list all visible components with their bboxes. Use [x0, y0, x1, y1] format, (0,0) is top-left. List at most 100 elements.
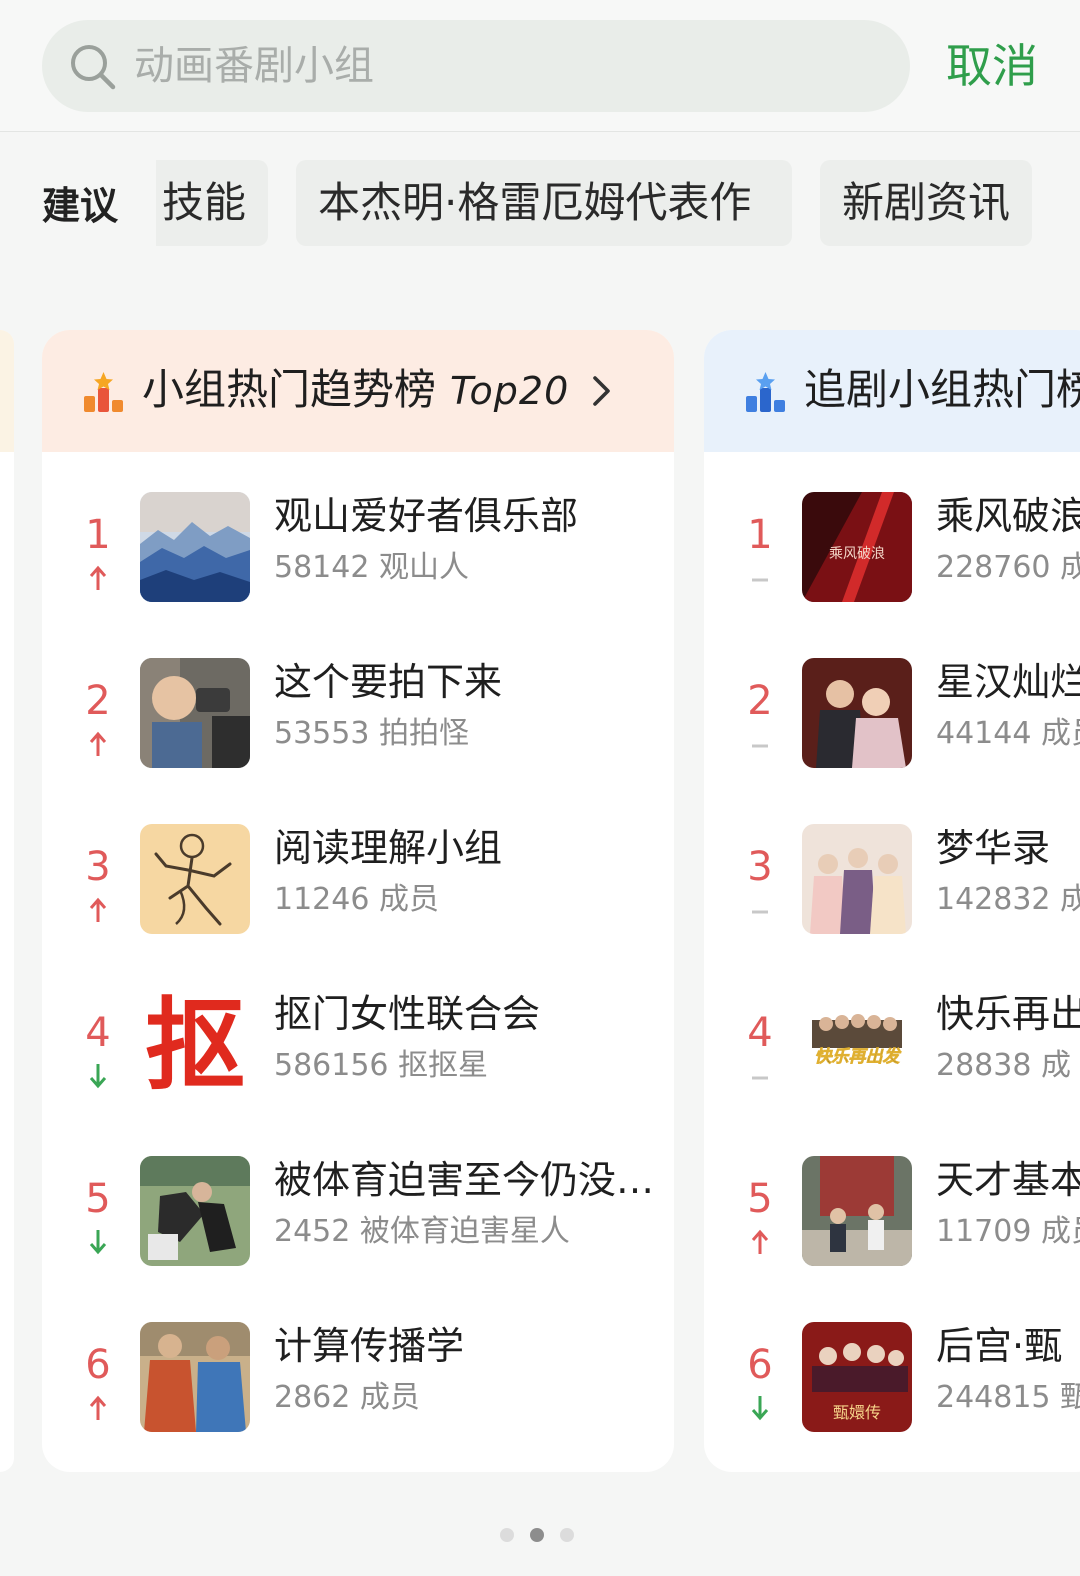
rank-number: 5 [85, 1176, 111, 1222]
list-item[interactable]: 4 快乐再出发 快乐再出 28838 成 [704, 990, 1080, 1130]
group-members: 28838 成 [936, 1048, 1071, 1083]
group-name: 天才基本 [936, 1158, 1080, 1202]
pager-dot[interactable] [560, 1528, 574, 1542]
group-members: 2452 被体育迫害星人 [274, 1214, 570, 1249]
board-title: 追剧小组热门榜 [804, 365, 1080, 414]
group-name: 快乐再出 [936, 992, 1080, 1036]
drama-groups-board[interactable]: 追剧小组热门榜 1 乘风破浪 乘风破浪 228760 成 2 星汉灿烂 4414… [704, 330, 1080, 1472]
group-avatar-glyph: 抠 [145, 990, 245, 1100]
group-members: 244815 甄 [936, 1380, 1080, 1415]
group-avatar [140, 1156, 250, 1266]
trend-same-icon [752, 744, 768, 748]
list-item[interactable]: 2 星汉灿烂 44144 成员 [704, 658, 1080, 798]
list-item[interactable]: 5 天才基本 11709 成员 [704, 1156, 1080, 1296]
poster-text: 快乐再出发 [815, 1047, 902, 1067]
board-header[interactable]: 追剧小组热门榜 [704, 330, 1080, 452]
poster-text: 甄嬛传 [833, 1403, 881, 1422]
group-members: 228760 成 [936, 550, 1080, 585]
group-name: 梦华录 [936, 826, 1051, 870]
rank-number: 4 [747, 1010, 773, 1056]
poster-text: 乘风破浪 [829, 546, 885, 562]
trend-up-icon [751, 1229, 769, 1254]
group-members: 2862 成员 [274, 1380, 420, 1415]
trend-down-icon [89, 1230, 107, 1255]
group-name: 这个要拍下来 [274, 660, 503, 704]
group-name: 乘风破浪 [936, 494, 1080, 538]
list-item[interactable]: 1 观山爱好者俱乐部 58142 观山人 [42, 492, 674, 632]
list-item[interactable]: 5 被体育迫害至今仍没… 2452 被体育迫害星人 [42, 1156, 674, 1296]
suggestion-chip[interactable]: 技能 [156, 160, 268, 246]
rank-number: 1 [747, 512, 773, 558]
trending-groups-board[interactable]: 小组热门趋势榜 Top20 1 观山爱好者俱乐部 58142 观山人 2 这个要… [42, 330, 674, 1472]
ranking-podium-icon [746, 372, 785, 412]
chevron-right-icon[interactable] [590, 374, 614, 408]
list-item[interactable]: 6 甄嬛传 后宫·甄 244815 甄 [704, 1322, 1080, 1462]
group-members: 44144 成员 [936, 716, 1080, 751]
rank-number: 3 [85, 844, 111, 890]
list-item[interactable]: 3 梦华录 142832 成 [704, 824, 1080, 964]
cancel-button[interactable]: 取消 [946, 36, 1038, 96]
list-item[interactable]: 2 这个要拍下来 53553 拍拍怪 [42, 658, 674, 798]
group-name: 阅读理解小组 [274, 826, 503, 870]
previous-card-edge[interactable] [0, 330, 14, 1472]
trend-up-icon [89, 731, 107, 756]
group-name: 后宫·甄 [936, 1324, 1063, 1368]
suggestion-row: 建议 技能 本杰明·格雷厄姆代表作 新剧资讯 [0, 150, 1080, 260]
group-name: 抠门女性联合会 [274, 992, 541, 1036]
suggestion-chip[interactable]: 新剧资讯 [820, 160, 1032, 246]
ranking-podium-icon [84, 372, 123, 412]
show-poster: 乘风破浪 [802, 492, 912, 602]
list-item[interactable]: 3 阅读理解小组 11246 成员 [42, 824, 674, 964]
pager-dot[interactable] [500, 1528, 514, 1542]
group-avatar [140, 824, 250, 934]
rank-number: 2 [747, 678, 773, 724]
group-members: 53553 拍拍怪 [274, 716, 469, 751]
search-header: 动画番剧小组 取消 [0, 0, 1080, 132]
list-item[interactable]: 4 抠 抠门女性联合会 586156 抠抠星 [42, 990, 674, 1130]
search-input[interactable]: 动画番剧小组 [42, 20, 910, 112]
trend-down-icon [751, 1396, 769, 1421]
show-poster: 快乐再出发 [802, 990, 912, 1100]
board-title-text: 小组热门趋势榜 [142, 365, 437, 414]
board-header[interactable]: 小组热门趋势榜 Top20 [42, 330, 674, 452]
show-poster [802, 824, 912, 934]
trend-same-icon [752, 1076, 768, 1080]
group-name: 星汉灿烂 [936, 660, 1080, 704]
group-members: 58142 观山人 [274, 550, 469, 585]
trend-up-icon [89, 1395, 107, 1420]
rank-number: 4 [85, 1010, 111, 1056]
rank-number: 5 [747, 1176, 773, 1222]
group-avatar [140, 1322, 250, 1432]
list-item[interactable]: 6 计算传播学 2862 成员 [42, 1322, 674, 1462]
trend-up-icon [89, 897, 107, 922]
board-tag: Top20 [450, 369, 570, 413]
group-members: 142832 成 [936, 882, 1080, 917]
group-name: 计算传播学 [274, 1324, 465, 1368]
trend-up-icon [89, 565, 107, 590]
carousel-pager[interactable] [498, 1526, 582, 1544]
show-poster [802, 1156, 912, 1266]
rank-number: 3 [747, 844, 773, 890]
suggestion-chip[interactable]: 本杰明·格雷厄姆代表作 [296, 160, 792, 246]
rank-number: 1 [85, 512, 111, 558]
trend-same-icon [752, 578, 768, 582]
group-avatar [140, 658, 250, 768]
search-icon [71, 45, 116, 90]
group-name: 被体育迫害至今仍没… [274, 1158, 655, 1202]
rank-number: 6 [747, 1342, 773, 1388]
trend-down-icon [89, 1064, 107, 1089]
search-placeholder: 动画番剧小组 [134, 43, 374, 89]
group-members: 11246 成员 [274, 882, 439, 917]
pager-dot-active[interactable] [530, 1528, 544, 1542]
suggestion-label: 建议 [42, 184, 119, 228]
list-item[interactable]: 1 乘风破浪 乘风破浪 228760 成 [704, 492, 1080, 632]
show-poster: 甄嬛传 [802, 1322, 912, 1432]
rank-number: 2 [85, 678, 111, 724]
group-members: 586156 抠抠星 [274, 1048, 489, 1083]
group-name: 观山爱好者俱乐部 [274, 494, 579, 538]
group-avatar: 抠 [140, 990, 250, 1100]
group-members: 11709 成员 [936, 1214, 1080, 1249]
group-avatar [140, 492, 250, 602]
show-poster [802, 658, 912, 768]
board-title: 小组热门趋势榜 Top20 [142, 362, 569, 419]
